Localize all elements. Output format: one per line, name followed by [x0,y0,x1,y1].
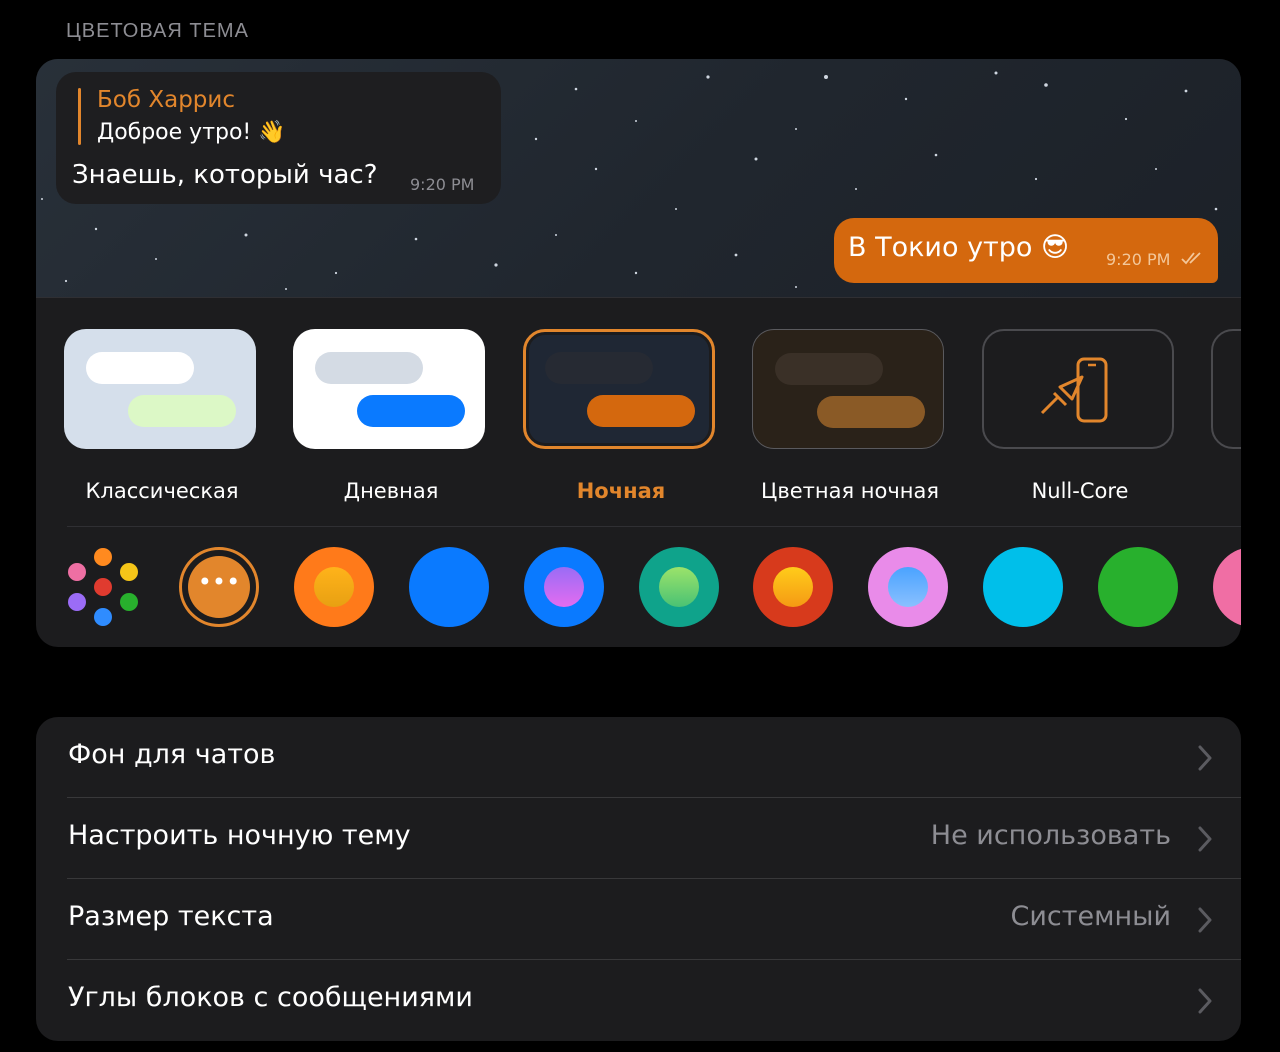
outgoing-message-bubble: В Токио утро 😎 9:20 PM [834,218,1218,283]
more-dots-icon: ••• [197,568,241,596]
mini-outgoing-bubble [587,395,695,427]
chevron-right-icon [1198,907,1212,933]
theme-partial-thumbnail[interactable] [1211,329,1241,449]
theme-day-label: Дневная [343,479,439,503]
text-size-value: Системный [1010,901,1171,932]
accent-cyan[interactable] [983,547,1063,627]
accent-blue-purple[interactable] [524,547,604,627]
accent-red[interactable] [753,547,833,627]
accent-more-fill: ••• [188,556,250,618]
mini-incoming-bubble [86,352,194,384]
chat-preview: Боб Харрис Доброе утро! 👋 Знаешь, которы… [36,59,1241,298]
outgoing-message-time: 9:20 PM [1106,250,1171,269]
night-theme-label: Настроить ночную тему [68,820,411,851]
reply-quoted-text: Доброе утро! 👋 [97,120,286,145]
mini-outgoing-bubble [817,396,925,428]
mini-outgoing-bubble [357,395,465,427]
incoming-message-text: Знаешь, который час? [72,160,378,190]
reply-quote-bar [78,88,81,145]
accent-inner [544,567,584,607]
chat-background-label: Фон для чатов [68,739,276,770]
accent-pink[interactable] [868,547,948,627]
color-theme-card: Боб Харрис Доброе утро! 👋 Знаешь, которы… [36,59,1241,647]
bubble-corners-row[interactable]: Углы блоков с сообщениями [36,960,1241,1041]
accent-green[interactable] [1098,547,1178,627]
double-check-icon [1181,252,1201,265]
theme-tinted-night-thumbnail[interactable] [752,329,944,449]
night-theme-row[interactable]: Настроить ночную тему Не использовать [36,798,1241,879]
accent-rose[interactable] [1213,547,1241,627]
night-theme-value: Не использовать [930,820,1171,851]
theme-null-core-label: Null-Core [1031,479,1129,503]
accent-color-selector: ••• [36,547,1241,627]
divider [67,526,1241,527]
theme-day-thumbnail[interactable] [293,329,485,449]
mini-incoming-bubble [775,353,883,385]
custom-color-palette-icon[interactable] [63,547,143,627]
mini-incoming-bubble [315,352,423,384]
brush-phone-icon [1040,357,1108,423]
accent-inner [314,567,354,607]
accent-blue[interactable] [409,547,489,627]
chevron-right-icon [1198,826,1212,852]
theme-null-core-thumbnail[interactable] [982,329,1174,449]
theme-selector: Классическая Дневная Ночная Цветная ночн… [36,329,1241,519]
accent-inner [773,567,813,607]
theme-night-thumbnail[interactable] [523,329,715,449]
chevron-right-icon [1198,745,1212,771]
outgoing-message-text: В Токио утро 😎 [848,232,1070,263]
chat-background-row[interactable]: Фон для чатов [36,717,1241,798]
text-size-row[interactable]: Размер текста Системный [36,879,1241,960]
accent-more-selected[interactable]: ••• [179,547,259,627]
incoming-message-time: 9:20 PM [410,175,475,194]
accent-orange[interactable] [294,547,374,627]
accent-teal[interactable] [639,547,719,627]
appearance-settings-list: Фон для чатов Настроить ночную тему Не и… [36,717,1241,1041]
accent-inner [659,567,699,607]
bubble-corners-label: Углы блоков с сообщениями [68,982,473,1013]
theme-classic-label: Классическая [85,479,239,503]
incoming-message-bubble: Боб Харрис Доброе утро! 👋 Знаешь, которы… [56,72,501,204]
mini-incoming-bubble [545,352,653,384]
accent-inner [888,567,928,607]
text-size-label: Размер текста [68,901,274,932]
chevron-right-icon [1198,988,1212,1014]
section-title: ЦВЕТОВАЯ ТЕМА [66,20,249,42]
reply-author-name: Боб Харрис [97,87,235,113]
theme-classic-thumbnail[interactable] [64,329,256,449]
mini-outgoing-bubble [128,395,236,427]
theme-tinted-night-label: Цветная ночная [761,479,939,503]
theme-night-label: Ночная [576,479,666,503]
